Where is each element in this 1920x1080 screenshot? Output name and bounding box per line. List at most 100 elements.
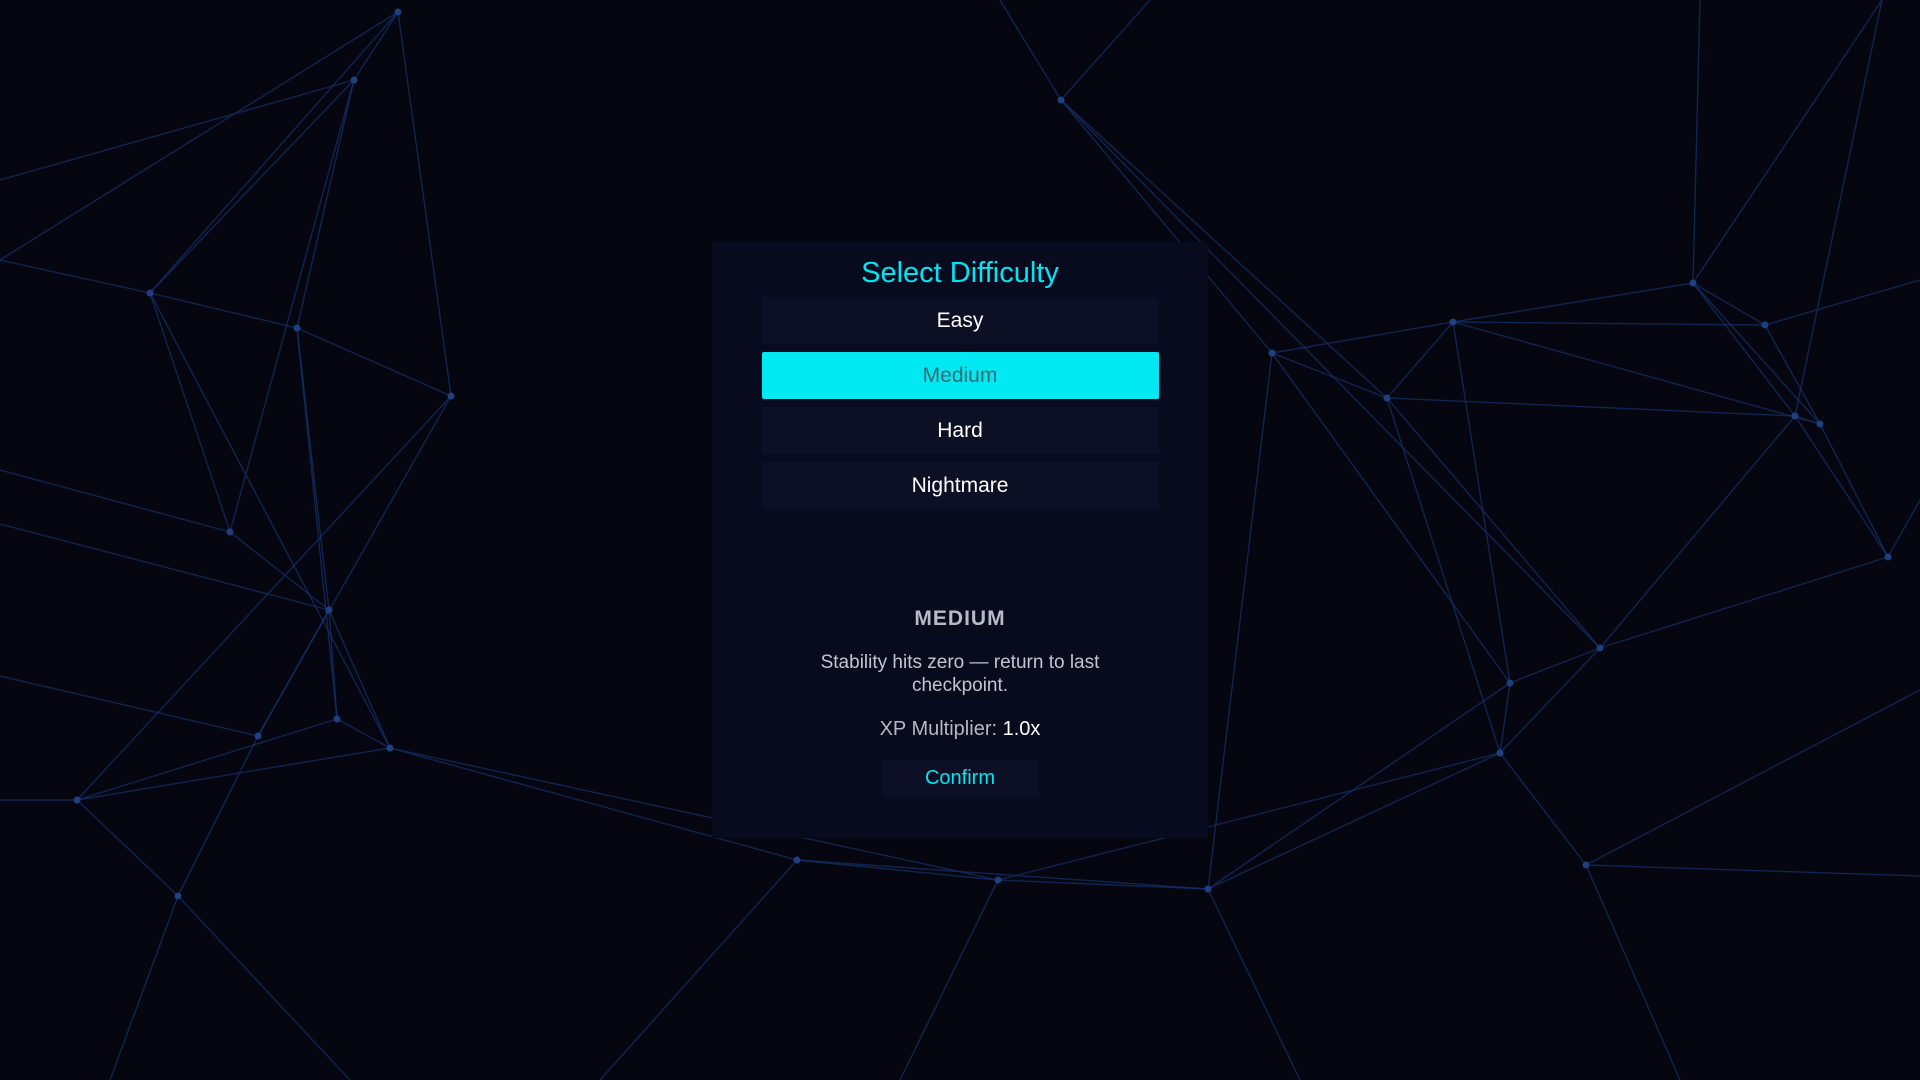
network-line [0, 523, 330, 611]
network-line [796, 859, 999, 881]
network-line [257, 609, 330, 737]
option-easy[interactable]: Easy [761, 297, 1159, 344]
network-line [1271, 321, 1454, 354]
network-line [1794, 0, 1883, 417]
network-line [1386, 321, 1454, 399]
network-node [1884, 553, 1892, 561]
network-line [796, 859, 1209, 890]
network-line [177, 895, 351, 1080]
network-line [1060, 0, 1151, 101]
difficulty-description: Stability hits zero — return to last che… [820, 652, 1100, 696]
network-line [0, 259, 151, 294]
confirm-button[interactable]: Confirm [881, 759, 1039, 797]
network-node [793, 856, 801, 864]
network-line [1452, 282, 1694, 323]
network-line [296, 327, 452, 397]
network-line [149, 292, 231, 533]
network-line [1887, 499, 1920, 558]
network-line [1599, 556, 1889, 649]
network-line [1499, 682, 1511, 754]
network-line [1207, 752, 1501, 890]
network-line [1452, 321, 1511, 684]
network-node [1816, 420, 1824, 428]
option-hard[interactable]: Hard [761, 407, 1159, 454]
network-line [1692, 0, 1883, 284]
network-node [146, 289, 154, 297]
difficulty-options: Easy Medium Hard Nightmare [761, 297, 1159, 517]
network-line [1509, 647, 1601, 684]
network-line [1585, 864, 1681, 1080]
network-line [1499, 647, 1601, 754]
network-line [149, 79, 355, 294]
network-line [1386, 397, 1601, 649]
network-line [76, 747, 391, 801]
network-line [1692, 282, 1766, 326]
network-node [994, 876, 1002, 884]
dialog-title: Select Difficulty [861, 257, 1059, 289]
network-line [177, 735, 259, 897]
network-line [76, 799, 179, 897]
network-line [1764, 279, 1920, 326]
network-node [1596, 644, 1604, 652]
network-node [1582, 861, 1590, 869]
network-line [149, 11, 399, 294]
xp-multiplier-label: XP Multiplier: [879, 718, 998, 740]
network-node [1204, 885, 1212, 893]
network-line [109, 895, 179, 1080]
network-node [1761, 321, 1769, 329]
network-line [353, 11, 399, 81]
network-node [386, 744, 394, 752]
network-node [1689, 279, 1697, 287]
network-line [1271, 352, 1388, 399]
network-node [1268, 349, 1276, 357]
network-line [1386, 397, 1501, 754]
xp-multiplier: XP Multiplier: 1.0x [880, 717, 1041, 741]
xp-multiplier-value: 1.0x [1002, 718, 1041, 740]
network-node [174, 892, 182, 900]
network-line [1819, 423, 1889, 558]
network-line [76, 395, 452, 801]
network-line [0, 469, 231, 533]
network-node [333, 715, 341, 723]
network-node [447, 392, 455, 400]
network-line [899, 879, 999, 1080]
network-line [1452, 321, 1766, 326]
network-line [1207, 682, 1511, 890]
network-node [1057, 96, 1065, 104]
network-line [1692, 0, 1701, 284]
network-line [1207, 352, 1273, 890]
network-line [1692, 282, 1796, 417]
network-line [1585, 864, 1920, 877]
network-node [293, 324, 301, 332]
network-node [1506, 679, 1514, 687]
network-node [1383, 394, 1391, 402]
network-line [1207, 888, 1301, 1080]
network-line [149, 292, 298, 329]
network-node [1449, 318, 1457, 326]
network-line [296, 327, 338, 720]
network-node [1791, 412, 1799, 420]
difficulty-detail-title: MEDIUM [914, 607, 1006, 630]
network-line [0, 79, 355, 181]
network-node [325, 606, 333, 614]
network-node [73, 796, 81, 804]
network-line [229, 79, 355, 533]
option-nightmare[interactable]: Nightmare [761, 462, 1159, 509]
network-node [1496, 749, 1504, 757]
network-line [599, 859, 798, 1080]
network-line [999, 0, 1062, 101]
network-node [394, 8, 402, 16]
network-node [350, 76, 358, 84]
network-line [0, 675, 259, 737]
network-line [1692, 282, 1821, 425]
network-line [76, 718, 338, 801]
difficulty-dialog: Select Difficulty Easy Medium Hard Night… [712, 242, 1208, 838]
network-line [1764, 324, 1821, 425]
network-line [1585, 689, 1920, 866]
network-node [226, 528, 234, 536]
network-line [328, 609, 391, 749]
network-line [397, 11, 452, 397]
option-medium[interactable]: Medium [761, 352, 1159, 399]
network-node [254, 732, 262, 740]
network-line [1794, 415, 1889, 558]
